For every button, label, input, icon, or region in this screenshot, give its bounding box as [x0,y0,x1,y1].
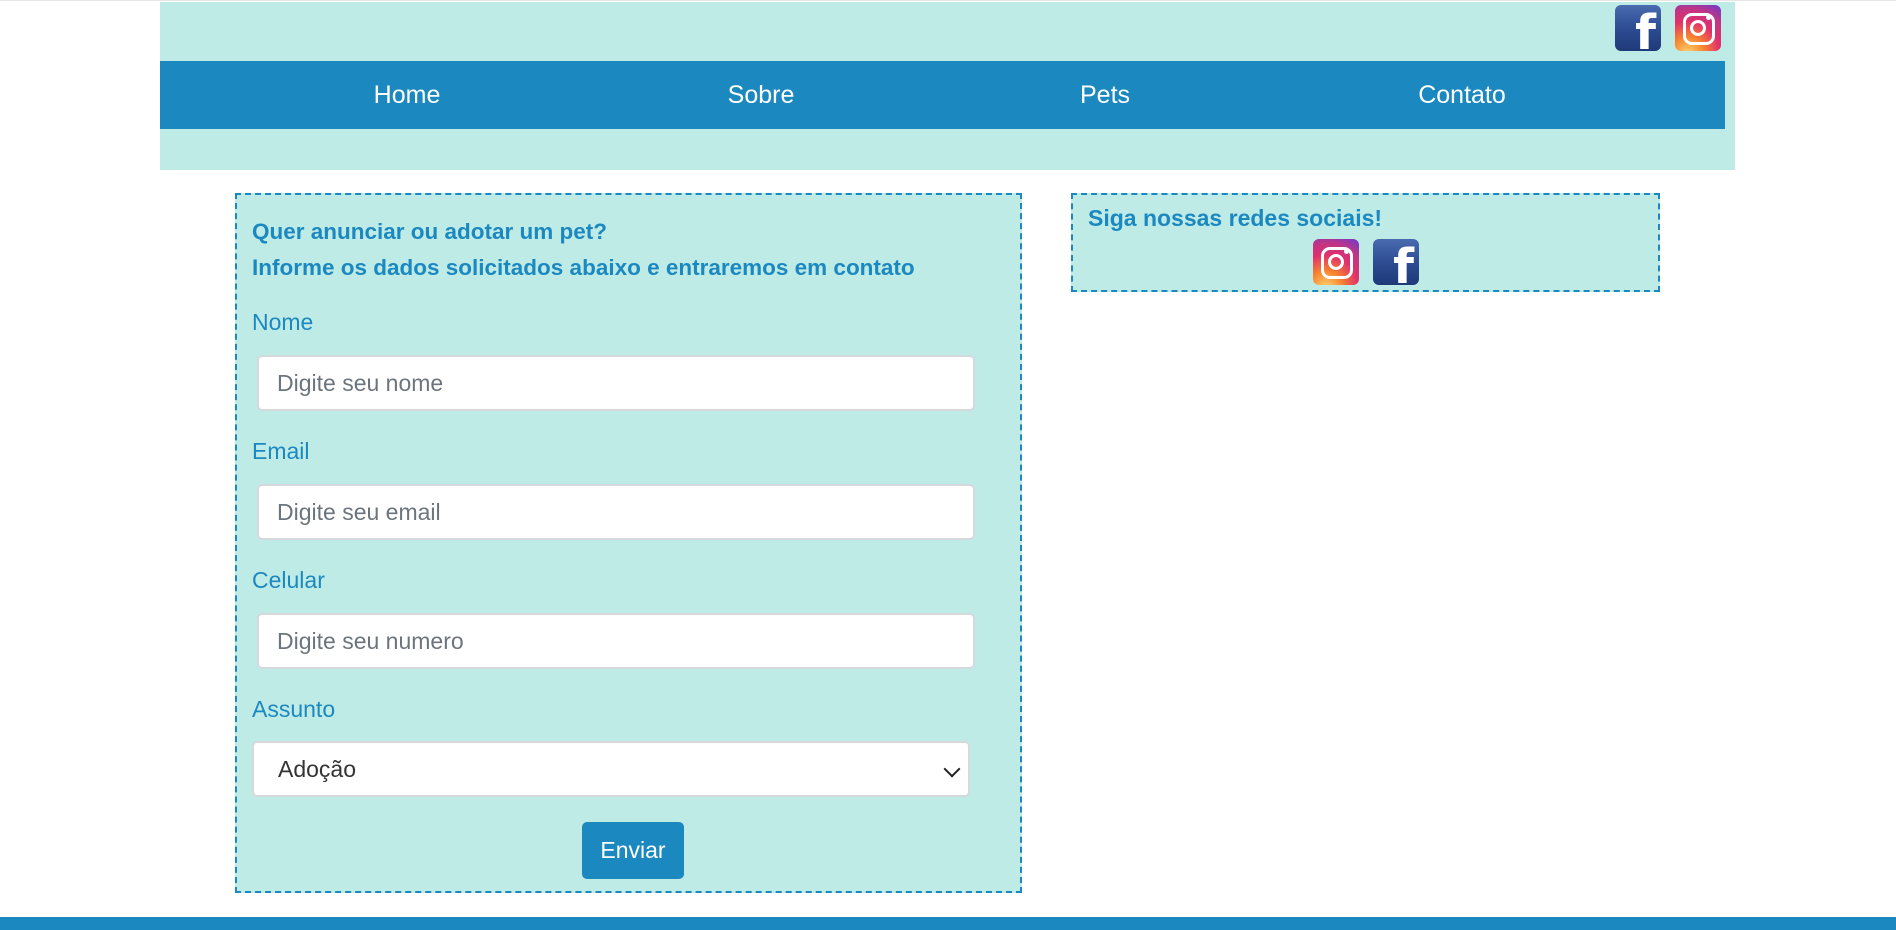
facebook-glyph: f [1393,239,1414,285]
nav-item-contato[interactable]: Contato [1418,61,1506,129]
top-divider [0,0,1896,1]
email-label: Email [252,438,310,464]
name-input[interactable] [257,355,975,411]
facebook-icon[interactable]: f [1373,239,1419,285]
nav-item-sobre[interactable]: Sobre [728,61,795,129]
chevron-down-icon [943,760,961,778]
subject-select[interactable]: Adoção [252,741,970,797]
phone-label: Celular [252,567,325,593]
phone-input[interactable] [257,613,975,669]
social-title: Siga nossas redes sociais! [1088,205,1383,231]
nav-item-pets[interactable]: Pets [1080,61,1130,129]
social-panel: Siga nossas redes sociais! f [1071,193,1660,292]
form-title: Quer anunciar ou adotar um pet? Informe … [252,214,915,286]
nav-item-home[interactable]: Home [374,61,441,129]
form-title-line-1: Quer anunciar ou adotar um pet? [252,219,608,244]
form-title-line-2: Informe os dados solicitados abaixo e en… [252,255,915,280]
instagram-icon[interactable] [1675,5,1721,51]
email-input[interactable] [257,484,975,540]
facebook-glyph: f [1635,5,1656,51]
social-icons: f [1313,239,1419,285]
name-label: Nome [252,309,314,335]
facebook-icon[interactable]: f [1615,5,1661,51]
site-header: f Home Sobre Pets Contato [160,2,1735,170]
main-navbar: Home Sobre Pets Contato [160,61,1725,129]
instagram-icon[interactable] [1313,239,1359,285]
subject-label: Assunto [252,696,336,722]
subject-selected-value: Adoção [278,756,357,782]
submit-button[interactable]: Enviar [582,822,684,879]
footer-bar [0,917,1896,930]
header-social-icons: f [1615,5,1721,51]
contact-form-panel: Quer anunciar ou adotar um pet? Informe … [235,193,1022,893]
